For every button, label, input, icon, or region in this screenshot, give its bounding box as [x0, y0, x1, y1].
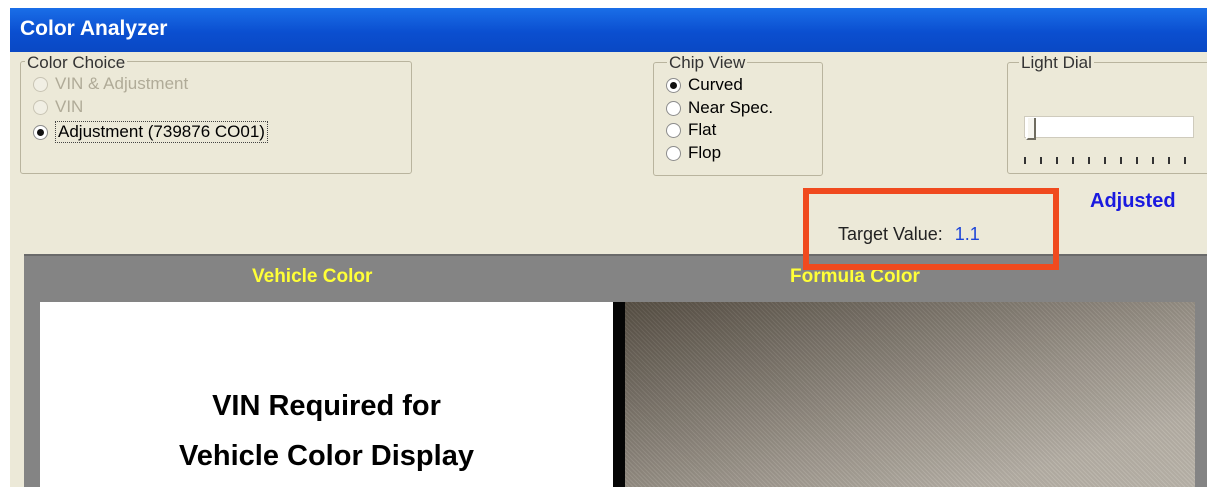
vin-message-line2: Vehicle Color Display	[179, 440, 474, 472]
radio-label: Near Spec.	[688, 98, 774, 117]
radio-label: Curved	[688, 75, 743, 94]
radio-button-icon	[666, 100, 681, 116]
radio-vin-adjustment[interactable]: VIN & Adjustment	[33, 74, 188, 94]
panel-divider	[613, 302, 625, 487]
radio-button-icon	[666, 122, 681, 138]
radio-flat[interactable]: Flat	[666, 120, 716, 140]
light-dial-slider-track[interactable]	[1024, 116, 1194, 138]
color-analyzer-window: Color Analyzer Color Choice VIN & Adjust…	[10, 8, 1207, 487]
color-choice-legend: Color Choice	[25, 53, 128, 72]
chip-view-legend: Chip View	[667, 53, 748, 72]
radio-selected-icon	[33, 124, 48, 140]
slider-ticks	[1024, 157, 1186, 169]
radio-selected-icon	[666, 77, 681, 93]
radio-curved[interactable]: Curved	[666, 75, 743, 95]
vehicle-color-panel: VIN Required for Vehicle Color Display	[40, 302, 613, 487]
radio-button-icon	[33, 76, 48, 92]
target-value-highlight-box	[803, 188, 1059, 270]
radio-label: Adjustment (739876 CO01)	[55, 121, 268, 143]
title-bar[interactable]: Color Analyzer	[10, 8, 1207, 52]
radio-adjustment[interactable]: Adjustment (739876 CO01)	[33, 121, 268, 143]
radio-label: VIN	[55, 97, 84, 116]
radio-near-spec[interactable]: Near Spec.	[666, 98, 773, 118]
adjusted-status: Adjusted	[1090, 190, 1176, 212]
radio-vin[interactable]: VIN	[33, 97, 83, 117]
radio-label: VIN & Adjustment	[55, 74, 189, 93]
light-dial-legend: Light Dial	[1019, 53, 1094, 72]
window-title: Color Analyzer	[20, 17, 168, 40]
radio-flop[interactable]: Flop	[666, 143, 721, 163]
radio-button-icon	[33, 99, 48, 115]
light-dial-slider-thumb[interactable]	[1026, 118, 1036, 140]
radio-button-icon	[666, 145, 681, 161]
color-display-area: Vehicle Color Formula Color VIN Required…	[24, 254, 1207, 487]
formula-color-swatch	[625, 302, 1195, 487]
radio-label: Flat	[688, 120, 717, 139]
vin-message-line1: VIN Required for	[212, 390, 441, 422]
radio-label: Flop	[688, 143, 722, 162]
vehicle-color-title: Vehicle Color	[252, 266, 373, 287]
